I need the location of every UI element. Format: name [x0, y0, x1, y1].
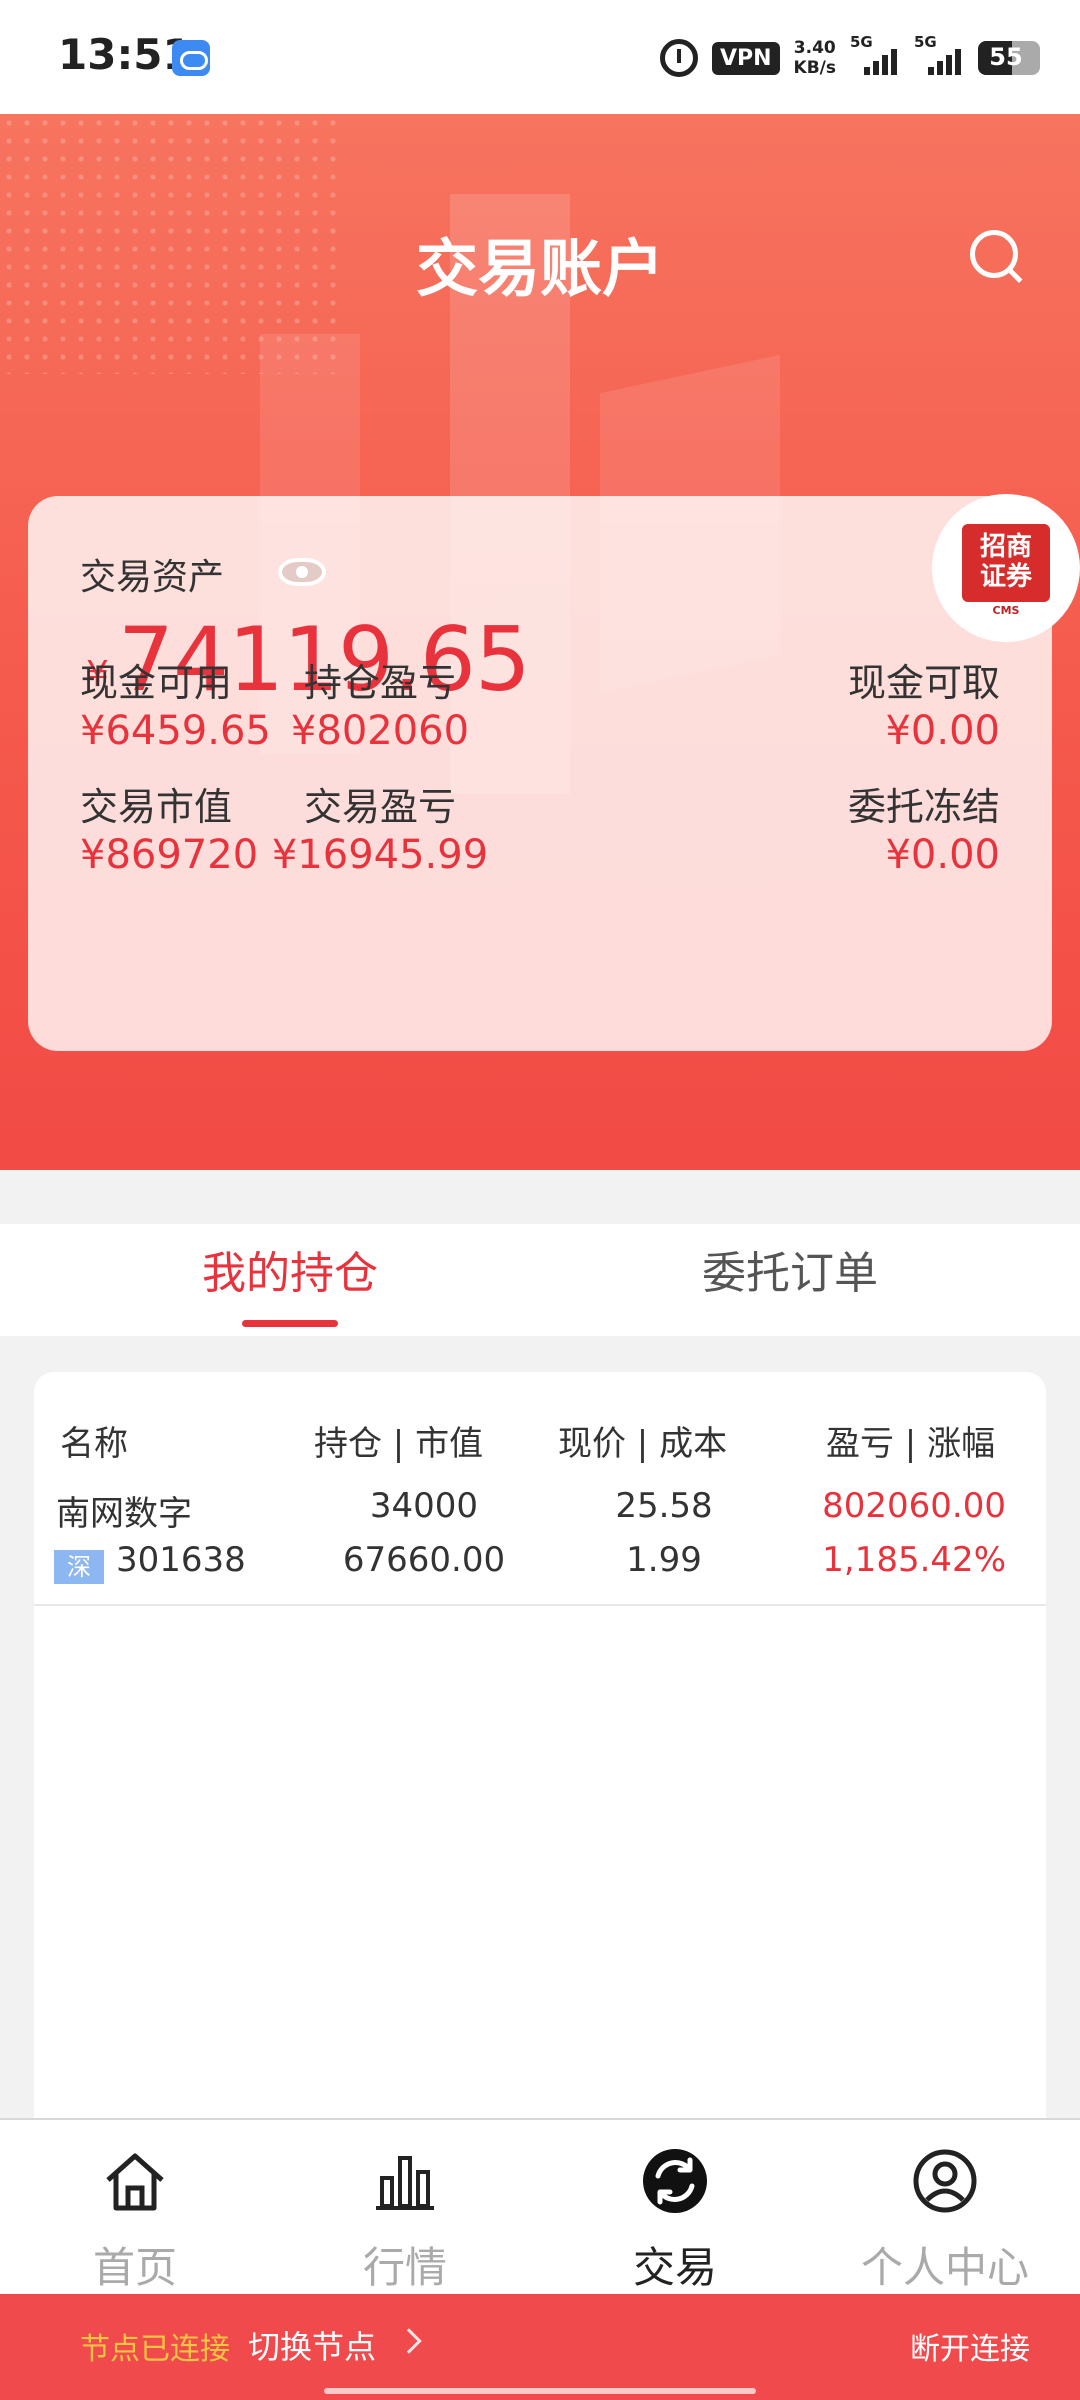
broker-logo-sub: CMS [992, 604, 1020, 617]
signal-label-sim2: 5G [914, 33, 937, 51]
signal-label-sim1: 5G [850, 33, 873, 51]
active-tab-indicator [242, 1320, 338, 1327]
nav-home[interactable]: 首页 [0, 2120, 270, 2296]
stock-code: 301638 [116, 1540, 246, 1580]
stat-label: 现金可取 [847, 661, 1000, 705]
asset-card: 交易资产 ¥ 74119.65 现金可用 ¥6459.65 持仓盈亏 ¥8020… [28, 496, 1052, 1051]
nav-profile[interactable]: 个人中心 [810, 2120, 1080, 2296]
nav-trade[interactable]: 交易 [540, 2120, 810, 2296]
stat-value: ¥802060 [290, 708, 470, 754]
nav-market[interactable]: 行情 [270, 2120, 540, 2296]
stat-value: ¥0.00 [885, 832, 1000, 878]
search-icon[interactable] [970, 230, 1024, 284]
stat-label: 交易盈亏 [303, 785, 456, 829]
user-icon [913, 2149, 977, 2213]
eye-icon[interactable] [278, 558, 326, 586]
home-indicator[interactable] [324, 2388, 756, 2394]
column-header-price: 现价 | 成本 [558, 1424, 728, 1464]
signal-icon-sim2: 5G [914, 33, 964, 75]
change-percent: 1,185.42% [822, 1540, 1006, 1580]
stat-label: 持仓盈亏 [303, 661, 456, 705]
exchange-icon [643, 2149, 707, 2213]
page-title: 交易账户 [415, 232, 664, 305]
account-header: 交易账户 交易资产 ¥ 74119.65 现金可用 ¥6459.65 持仓盈亏 … [0, 114, 1080, 1170]
nav-market-label: 行情 [362, 2243, 447, 2292]
stat-frozen-orders: 委托冻结 ¥0.00 [680, 782, 1000, 878]
asset-label: 交易资产 [80, 557, 225, 598]
battery-icon: 55 [978, 41, 1040, 75]
market-tag: 深 [54, 1550, 104, 1584]
signal-icon-sim1: 5G [850, 33, 900, 75]
nav-trade-label: 交易 [632, 2243, 717, 2292]
cost-price: 1.99 [626, 1540, 702, 1580]
column-header-position: 持仓 | 市值 [314, 1424, 484, 1464]
stat-cash-withdrawable: 现金可取 ¥0.00 [680, 658, 1000, 754]
column-header-name: 名称 [60, 1424, 128, 1464]
battery-level: 55 [989, 43, 1023, 71]
home-icon [106, 2153, 164, 2211]
stat-trade-pnl: 交易盈亏 ¥16945.99 [220, 782, 540, 878]
stat-value: ¥0.00 [885, 708, 1000, 754]
row-divider [34, 1604, 1046, 1606]
broker-logo-seal: 招商 证券 [962, 524, 1050, 602]
status-bar: 13:51 VPN 3.40 KB/s 5G 5G 55 [0, 0, 1080, 114]
tab-orders[interactable]: 委托订单 [520, 1224, 1060, 1336]
nav-home-label: 首页 [92, 2243, 177, 2292]
stat-value: ¥16945.99 [271, 832, 489, 878]
switch-node-button[interactable]: 切换节点 [248, 2322, 376, 2368]
current-price: 25.58 [615, 1486, 713, 1526]
holdings-table: 名称 持仓 | 市值 现价 | 成本 盈亏 | 涨幅 南网数字 深 301638… [34, 1372, 1046, 2118]
node-bar: 节点已连接 切换节点 断开连接 [0, 2294, 1080, 2400]
broker-logo: 招商 证券 CMS [932, 494, 1080, 642]
network-speed-value: 3.40 [793, 38, 836, 58]
stat-position-pnl: 持仓盈亏 ¥802060 [220, 658, 540, 754]
disconnect-button[interactable]: 断开连接 [910, 2324, 1030, 2368]
alarm-icon [659, 39, 698, 77]
node-status: 节点已连接 [80, 2332, 230, 2367]
status-indicators: VPN 3.40 KB/s 5G 5G 55 [659, 33, 1040, 82]
column-header-pnl: 盈亏 | 涨幅 [826, 1424, 996, 1464]
holdings-tabs: 我的持仓 委托订单 [0, 1224, 1080, 1336]
network-speed: 3.40 KB/s [794, 38, 836, 78]
pnl-value: 802060.00 [822, 1486, 1006, 1526]
bar-chart-icon [376, 2156, 434, 2210]
stat-label: 委托冻结 [847, 785, 1000, 829]
vpn-badge: VPN [711, 41, 780, 75]
cloud-icon [172, 40, 210, 76]
stock-name: 南网数字 [56, 1494, 192, 1534]
nav-profile-label: 个人中心 [860, 2243, 1029, 2292]
network-speed-unit: KB/s [793, 58, 836, 78]
bottom-nav: 首页 行情 交易 个人中心 [0, 2118, 1080, 2294]
chevron-right-icon [396, 2328, 422, 2354]
